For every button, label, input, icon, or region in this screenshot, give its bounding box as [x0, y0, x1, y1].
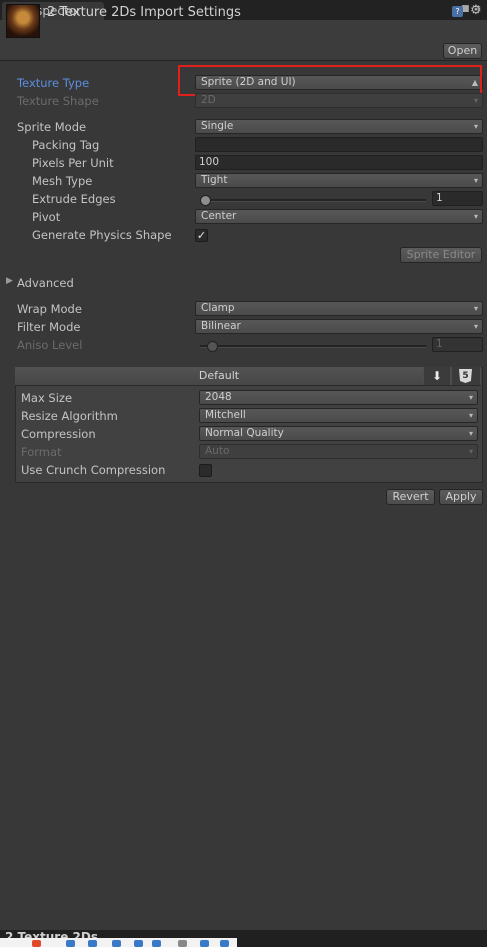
- generate-physics-checkbox[interactable]: ✓: [195, 229, 208, 242]
- pivot-label: Pivot: [32, 210, 61, 224]
- wrap-mode-value: Clamp: [201, 302, 235, 314]
- dropdown-arrow-icon: ▾: [468, 411, 473, 420]
- extrude-edges-label: Extrude Edges: [32, 192, 116, 206]
- tab-webgl-platform[interactable]: 5: [452, 367, 480, 385]
- app-icon[interactable]: [152, 940, 161, 947]
- app-icon[interactable]: [200, 940, 209, 947]
- format-value: Auto: [205, 445, 230, 457]
- texture-shape-label: Texture Shape: [17, 94, 99, 108]
- mesh-type-value: Tight: [201, 174, 228, 186]
- dropdown-arrow-icon: ▾: [473, 176, 478, 185]
- sprite-editor-button[interactable]: Sprite Editor: [400, 247, 482, 263]
- packing-tag-input[interactable]: [195, 137, 483, 152]
- sprite-mode-label: Sprite Mode: [17, 120, 87, 134]
- html5-icon: 5: [459, 369, 472, 383]
- foldout-arrow-icon[interactable]: ▶: [6, 276, 13, 286]
- packing-tag-label: Packing Tag: [32, 138, 100, 152]
- extrude-edges-slider-track[interactable]: [200, 199, 426, 202]
- texture-shape-value: 2D: [201, 94, 216, 106]
- apply-button[interactable]: Apply: [439, 489, 483, 505]
- texture-shape-dropdown: 2D ▾: [195, 93, 483, 108]
- tab-default-platform[interactable]: Default: [15, 367, 423, 385]
- texture-type-label: Texture Type: [17, 76, 90, 90]
- resize-algorithm-dropdown[interactable]: Mitchell ▾: [199, 408, 478, 423]
- app-icon[interactable]: [134, 940, 143, 947]
- mesh-type-label: Mesh Type: [32, 174, 93, 188]
- extrude-edges-slider-thumb[interactable]: [200, 195, 211, 206]
- compression-dropdown[interactable]: Normal Quality ▾: [199, 426, 478, 441]
- app-icon[interactable]: [220, 940, 229, 947]
- inspector-header: [0, 20, 487, 61]
- app-icon[interactable]: [178, 940, 187, 947]
- wrap-mode-label: Wrap Mode: [17, 302, 82, 316]
- aniso-level-input: 1: [432, 337, 483, 352]
- max-size-value: 2048: [205, 391, 232, 403]
- compression-label: Compression: [21, 427, 96, 441]
- dropdown-arrow-icon: ▾: [468, 393, 473, 402]
- filter-mode-value: Bilinear: [201, 320, 241, 332]
- dropdown-arrow-icon: ▾: [473, 304, 478, 313]
- resize-algorithm-value: Mitchell: [205, 409, 246, 421]
- app-icon[interactable]: [112, 940, 121, 947]
- help-icon[interactable]: ?: [452, 6, 463, 17]
- app-icon[interactable]: [88, 940, 97, 947]
- sprite-mode-value: Single: [201, 120, 234, 132]
- dropdown-arrow-icon: ▾: [473, 212, 478, 221]
- aniso-level-slider-thumb: [207, 341, 218, 352]
- download-icon[interactable]: ⬇: [424, 367, 450, 385]
- extrude-edges-input[interactable]: 1: [432, 191, 483, 206]
- pixels-per-unit-input[interactable]: 100: [195, 155, 483, 170]
- filter-mode-label: Filter Mode: [17, 320, 81, 334]
- dropdown-arrow-icon: ▾: [473, 322, 478, 331]
- filter-mode-dropdown[interactable]: Bilinear ▾: [195, 319, 483, 334]
- mesh-type-dropdown[interactable]: Tight ▾: [195, 173, 483, 188]
- system-taskbar: [0, 938, 237, 947]
- max-size-dropdown[interactable]: 2048 ▾: [199, 390, 478, 405]
- pivot-value: Center: [201, 210, 237, 222]
- dropdown-arrow-icon: ▾: [468, 429, 473, 438]
- dropdown-arrow-icon: ▾: [473, 96, 478, 105]
- format-label: Format: [21, 445, 62, 459]
- dropdown-arrow-icon: ▾: [468, 447, 473, 456]
- dropdown-arrow-icon: ▾: [473, 122, 478, 131]
- crunch-compression-checkbox[interactable]: [199, 464, 212, 477]
- open-button[interactable]: Open: [443, 43, 482, 59]
- aniso-level-label: Aniso Level: [17, 338, 83, 352]
- format-dropdown: Auto ▾: [199, 444, 478, 459]
- crunch-compression-label: Use Crunch Compression: [21, 463, 166, 477]
- highlight-box: [178, 65, 482, 96]
- texture-thumbnail: [6, 4, 40, 38]
- advanced-foldout-label[interactable]: Advanced: [17, 276, 74, 290]
- pixels-per-unit-label: Pixels Per Unit: [32, 156, 114, 170]
- checkmark-icon: ✓: [196, 229, 207, 242]
- app-icon[interactable]: [32, 940, 41, 947]
- aniso-level-slider-track: [200, 345, 426, 348]
- resize-algorithm-label: Resize Algorithm: [21, 409, 118, 423]
- max-size-label: Max Size: [21, 391, 73, 405]
- app-icon[interactable]: [66, 940, 75, 947]
- wrap-mode-dropdown[interactable]: Clamp ▾: [195, 301, 483, 316]
- gear-icon[interactable]: ⚙: [470, 3, 482, 18]
- revert-button[interactable]: Revert: [386, 489, 435, 505]
- header-title: 2 Texture 2Ds Import Settings: [47, 5, 241, 20]
- sprite-mode-dropdown[interactable]: Single ▾: [195, 119, 483, 134]
- compression-value: Normal Quality: [205, 427, 284, 439]
- pivot-dropdown[interactable]: Center ▾: [195, 209, 483, 224]
- generate-physics-label: Generate Physics Shape: [32, 228, 172, 242]
